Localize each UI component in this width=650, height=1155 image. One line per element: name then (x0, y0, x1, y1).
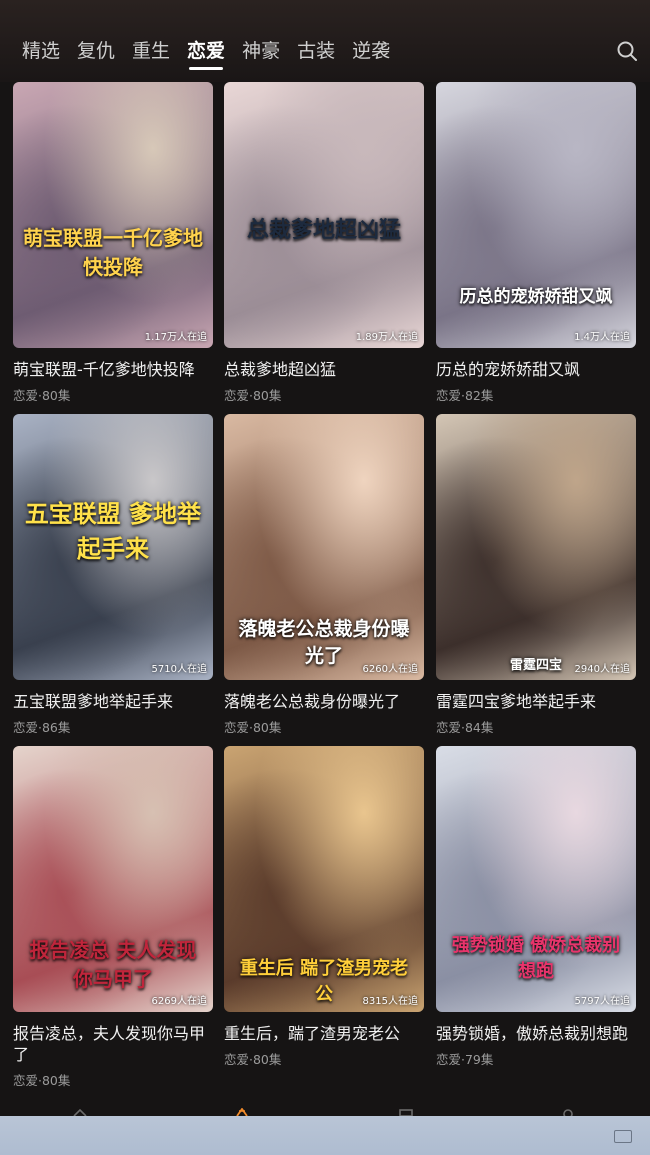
tab-fuchou[interactable]: 复仇 (77, 38, 115, 64)
poster-title-art: 历总的宠娇娇甜又飒 (459, 287, 613, 307)
drama-card[interactable]: 强势锁婚 傲娇总裁别想跑 5797人在追 强势锁婚，傲娇总裁别想跑 恋爱·79集 (436, 746, 636, 1068)
drama-poster[interactable]: 五宝联盟 爹地举起手来 5710人在追 (13, 414, 213, 680)
follower-count: 1.4万人在追 (574, 332, 630, 343)
poster-artwork (436, 414, 636, 680)
tab-jingxuan[interactable]: 精选 (22, 38, 60, 64)
tab-chongsheng[interactable]: 重生 (132, 38, 170, 64)
drama-title[interactable]: 总裁爹地超凶猛 (224, 359, 428, 380)
tab-guzhuang[interactable]: 古装 (297, 38, 335, 64)
drama-title[interactable]: 强势锁婚，傲娇总裁别想跑 (436, 1023, 640, 1044)
drama-poster[interactable]: 落魄老公总裁身份曝光了 6260人在追 (224, 414, 424, 680)
tab-shenhao[interactable]: 神豪 (242, 38, 280, 64)
drama-card[interactable]: 雷霆四宝 2940人在追 雷霆四宝爹地举起手来 恋爱·84集 (436, 414, 636, 736)
drama-meta: 恋爱·86集 (13, 720, 71, 735)
poster-title-art: 五宝联盟 爹地举起手来 (24, 500, 202, 563)
drama-poster[interactable]: 萌宝联盟一千亿爹地快投降 1.17万人在追 (13, 82, 213, 348)
keyboard-icon[interactable] (614, 1130, 632, 1143)
poster-title-art: 报告凌总 夫人发现你马甲了 (29, 938, 197, 991)
bottom-nav (0, 1100, 650, 1116)
drama-meta: 恋爱·79集 (436, 1052, 494, 1067)
follower-count: 2940人在追 (574, 664, 630, 675)
theater-icon[interactable] (234, 1108, 250, 1116)
drama-meta: 恋爱·80集 (224, 1052, 282, 1067)
drama-card[interactable]: 历总的宠娇娇甜又飒 1.4万人在追 历总的宠娇娇甜又飒恋爱·82集 (436, 82, 636, 404)
drama-title[interactable]: 历总的宠娇娇甜又飒 (436, 359, 640, 380)
search-icon[interactable] (616, 40, 638, 62)
poster-title-art: 萌宝联盟一千亿爹地快投降 (23, 226, 203, 279)
poster-artwork (13, 82, 213, 348)
drama-poster[interactable]: 历总的宠娇娇甜又飒 1.4万人在追 (436, 82, 636, 348)
drama-card[interactable]: 总裁爹地超凶猛 1.89万人在追 总裁爹地超凶猛恋爱·80集 (224, 82, 424, 404)
drama-card[interactable]: 落魄老公总裁身份曝光了 6260人在追 落魄老公总裁身份曝光了 恋爱·80集 (224, 414, 424, 736)
drama-title[interactable]: 报告凌总，夫人发现你马甲了 (13, 1023, 217, 1065)
profile-icon[interactable] (560, 1108, 576, 1116)
top-bar: 精选 复仇 重生 恋爱 神豪 古装 逆袭 (0, 0, 650, 82)
drama-card[interactable]: 萌宝联盟一千亿爹地快投降 1.17万人在追 萌宝联盟-千亿爹地快投降 恋爱·80集 (13, 82, 213, 404)
tab-nixi[interactable]: 逆袭 (352, 38, 390, 64)
drama-title[interactable]: 雷霆四宝爹地举起手来 (436, 691, 640, 712)
tab-lianai[interactable]: 恋爱 (187, 38, 225, 70)
drama-poster[interactable]: 报告凌总 夫人发现你马甲了 6269人在追 (13, 746, 213, 1012)
poster-title-art: 总裁爹地超凶猛 (246, 218, 401, 243)
drama-meta: 恋爱·80集 (13, 388, 71, 403)
drama-meta: 恋爱·82集 (436, 388, 494, 403)
follower-count: 5797人在追 (574, 996, 630, 1007)
follower-count: 6260人在追 (362, 664, 418, 675)
drama-poster[interactable]: 总裁爹地超凶猛 1.89万人在追 (224, 82, 424, 348)
system-bar (0, 1116, 650, 1155)
drama-card[interactable]: 报告凌总 夫人发现你马甲了 6269人在追 报告凌总，夫人发现你马甲了 恋爱·80集 (13, 746, 213, 1089)
home-icon[interactable] (72, 1108, 88, 1116)
drama-card[interactable]: 五宝联盟 爹地举起手来 5710人在追 五宝联盟爹地举起手来 恋爱·86集 (13, 414, 213, 736)
drama-title[interactable]: 五宝联盟爹地举起手来 (13, 691, 217, 712)
follower-count: 8315人在追 (362, 996, 418, 1007)
drama-meta: 恋爱·84集 (436, 720, 494, 735)
drama-title[interactable]: 萌宝联盟-千亿爹地快投降 (13, 359, 217, 380)
drama-title[interactable]: 落魄老公总裁身份曝光了 (224, 691, 428, 712)
follower-count: 6269人在追 (151, 996, 207, 1007)
drama-meta: 恋爱·80集 (13, 1073, 71, 1088)
favorites-icon[interactable] (398, 1108, 414, 1116)
poster-title-art: 强势锁婚 傲娇总裁别想跑 (451, 935, 621, 982)
drama-title[interactable]: 重生后，踹了渣男宠老公 (224, 1023, 428, 1044)
drama-meta: 恋爱·80集 (224, 720, 282, 735)
drama-poster[interactable]: 重生后 踹了渣男宠老公 8315人在追 (224, 746, 424, 1012)
follower-count: 1.17万人在追 (144, 332, 207, 343)
category-tabs: 精选 复仇 重生 恋爱 神豪 古装 逆袭 (22, 38, 407, 70)
drama-card[interactable]: 重生后 踹了渣男宠老公 8315人在追 重生后，踹了渣男宠老公 恋爱·80集 (224, 746, 424, 1068)
drama-meta: 恋爱·80集 (224, 388, 282, 403)
drama-poster[interactable]: 雷霆四宝 2940人在追 (436, 414, 636, 680)
follower-count: 5710人在追 (151, 664, 207, 675)
poster-artwork (436, 82, 636, 348)
follower-count: 1.89万人在追 (355, 332, 418, 343)
drama-poster[interactable]: 强势锁婚 傲娇总裁别想跑 5797人在追 (436, 746, 636, 1012)
